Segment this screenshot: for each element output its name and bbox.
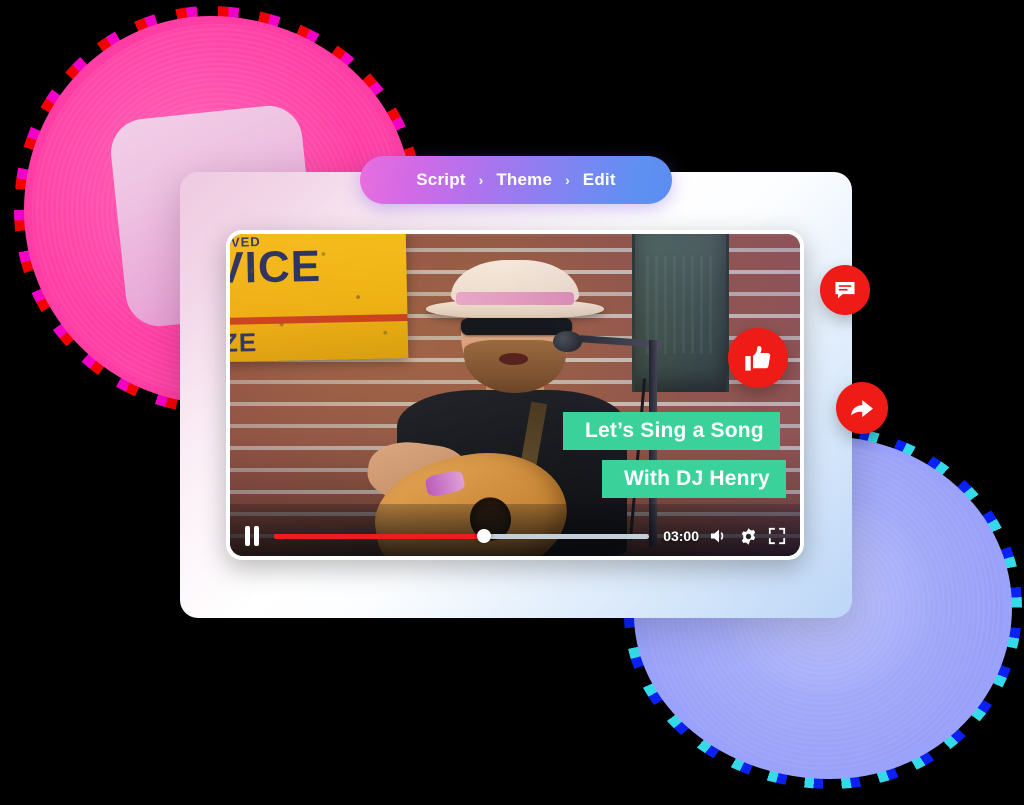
comment-button[interactable] (820, 265, 870, 315)
sunglasses (460, 317, 573, 336)
player-controls: 03:00 (230, 522, 800, 550)
share-arrow-icon (851, 400, 873, 418)
breadcrumb-item-theme[interactable]: Theme (496, 170, 552, 190)
chevron-right-icon: › (565, 172, 570, 188)
promo-stage: Script › Theme › Edit OVED VICE ZE (0, 0, 1024, 805)
breadcrumb: Script › Theme › Edit (360, 156, 672, 204)
chevron-right-icon: › (478, 172, 484, 188)
pause-icon[interactable] (244, 526, 260, 546)
share-button[interactable] (836, 382, 888, 434)
progress-scrubber[interactable] (274, 529, 650, 543)
comment-icon (835, 281, 855, 299)
progress-fill (274, 533, 485, 539)
microphone-head (553, 330, 582, 352)
breadcrumb-item-edit[interactable]: Edit (583, 170, 616, 190)
beard (463, 339, 567, 394)
fullscreen-icon[interactable] (768, 527, 786, 545)
mouth (499, 353, 528, 365)
thumbs-up-icon (744, 345, 770, 371)
gear-icon[interactable] (739, 527, 758, 546)
like-button[interactable] (728, 328, 788, 388)
progress-thumb[interactable] (477, 529, 492, 543)
pause-bar-right (254, 526, 259, 546)
video-frame[interactable]: OVED VICE ZE (230, 234, 800, 556)
volume-icon[interactable] (709, 527, 729, 545)
video-player[interactable]: OVED VICE ZE (226, 230, 804, 560)
caption-line-1: Let’s Sing a Song (563, 412, 780, 450)
video-scene: OVED VICE ZE (230, 234, 800, 556)
caption-line-2: With DJ Henry (602, 460, 786, 498)
time-label: 03:00 (663, 528, 699, 544)
pause-bar-left (245, 526, 250, 546)
hat-band (455, 291, 575, 305)
breadcrumb-item-script[interactable]: Script (416, 170, 465, 190)
